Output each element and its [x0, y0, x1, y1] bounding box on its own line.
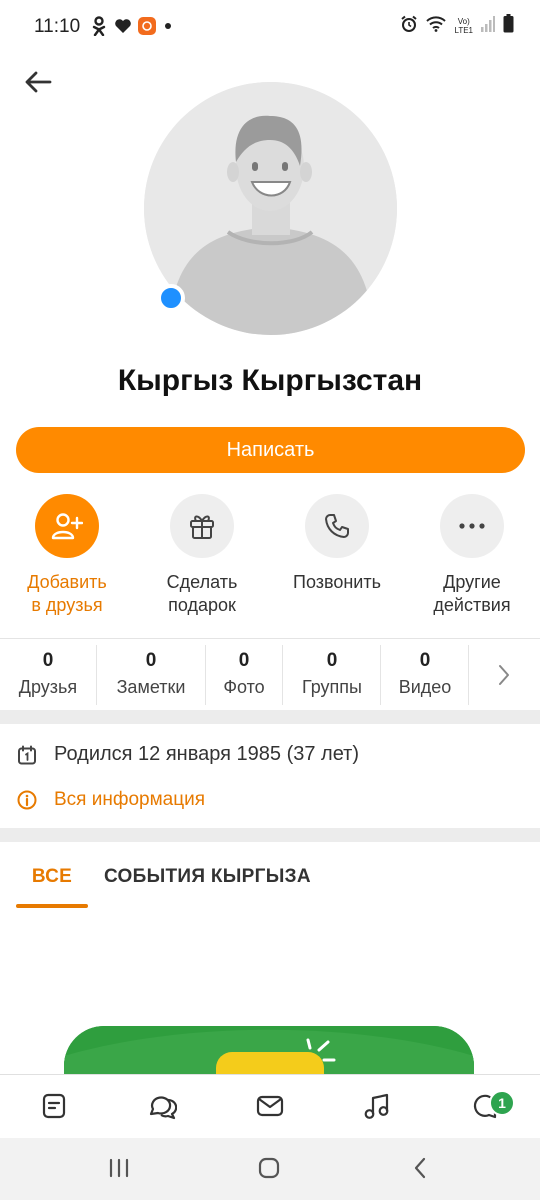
- counter-photos[interactable]: 0 Фото: [212, 648, 276, 700]
- birthday-text: Родился 12 января 1985 (37 лет): [54, 743, 359, 765]
- status-icons: Vo) LTE1: [400, 14, 514, 38]
- counter-notes[interactable]: 0 Заметки: [104, 648, 198, 700]
- wifi-icon: [426, 15, 447, 37]
- system-back-button[interactable]: [400, 1150, 440, 1186]
- dot-icon: [163, 16, 173, 36]
- counter-groups[interactable]: 0 Группы: [290, 648, 374, 700]
- more-actions[interactable]: Другие действия: [405, 494, 539, 617]
- recent-apps-button[interactable]: [99, 1150, 139, 1186]
- home-icon: [258, 1157, 280, 1179]
- counter-videos-value: 0: [419, 650, 431, 671]
- divider: [96, 645, 97, 705]
- info-icon: [16, 789, 38, 811]
- birthday-row: Родился 12 января 1985 (37 лет): [16, 743, 359, 766]
- music-icon: [364, 1093, 389, 1119]
- alarm-icon: [400, 15, 418, 38]
- online-indicator: [157, 284, 185, 312]
- messages-icon: [256, 1095, 284, 1117]
- battery-icon: [503, 14, 514, 38]
- call-action[interactable]: Позвонить: [270, 494, 404, 594]
- call-label: Позвонить: [270, 571, 404, 594]
- add-friend-action[interactable]: Добавить в друзья: [0, 494, 134, 617]
- gift-label: Сделать подарок: [135, 571, 269, 617]
- section-separator: [0, 710, 540, 724]
- back-icon: [414, 1157, 426, 1179]
- divider: [468, 645, 469, 705]
- add-friend-label-line2: в друзья: [31, 595, 103, 615]
- counter-photos-label: Фото: [223, 677, 265, 697]
- calendar-icon: [16, 744, 38, 766]
- status-time: 11:10: [34, 16, 81, 37]
- tab-all[interactable]: ВСЕ: [16, 866, 88, 888]
- arrow-left-icon: [25, 71, 52, 93]
- write-message-button[interactable]: Написать: [16, 427, 525, 473]
- recent-apps-icon: [109, 1158, 129, 1178]
- chevron-right-icon: [499, 665, 509, 685]
- gift-label-line2: подарок: [168, 595, 236, 615]
- gift-label-line1: Сделать: [166, 572, 238, 592]
- divider: [282, 645, 283, 705]
- counter-videos[interactable]: 0 Видео: [388, 648, 462, 700]
- call-button[interactable]: [305, 494, 369, 558]
- add-friend-label: Добавить в друзья: [0, 571, 134, 617]
- profile-name: Кыргыз Кыргызстан: [117, 364, 423, 397]
- counter-friends-value: 0: [42, 650, 54, 671]
- counter-friends[interactable]: 0 Друзья: [8, 648, 88, 700]
- signal-icon: [481, 15, 495, 37]
- tab-events[interactable]: СОБЫТИЯ КЫРГЫЗА: [104, 866, 311, 888]
- app-notification-icon: [137, 16, 157, 36]
- all-info-label: Вся информация: [54, 789, 206, 810]
- nav-music[interactable]: [357, 1088, 397, 1124]
- gift-action[interactable]: Сделать подарок: [135, 494, 269, 617]
- gift-icon: [190, 515, 214, 539]
- nav-feed[interactable]: [34, 1088, 74, 1124]
- divider: [380, 645, 381, 705]
- all-info-link[interactable]: Вся информация: [16, 789, 205, 811]
- more-actions-label-line1: Другие: [443, 572, 501, 592]
- gift-button[interactable]: [170, 494, 234, 558]
- counter-notes-value: 0: [145, 650, 157, 671]
- odnoklassniki-icon: [90, 16, 108, 36]
- discussions-icon: [149, 1096, 177, 1120]
- more-actions-label: Другие действия: [405, 571, 539, 617]
- divider: [0, 638, 540, 639]
- divider: [205, 645, 206, 705]
- counter-friends-label: Друзья: [18, 677, 78, 697]
- counter-notes-label: Заметки: [116, 677, 186, 697]
- section-separator: [0, 828, 540, 842]
- counters-more-button[interactable]: [486, 660, 522, 690]
- add-user-icon: [51, 513, 83, 540]
- heart-icon: [113, 16, 133, 36]
- counter-photos-value: 0: [238, 650, 250, 671]
- nav-messages[interactable]: [250, 1088, 290, 1124]
- phone-icon: [325, 514, 349, 538]
- volte-label: Vo): [457, 17, 470, 26]
- add-friend-label-line1: Добавить: [27, 572, 107, 592]
- nav-discussions[interactable]: [142, 1088, 182, 1124]
- add-friend-button[interactable]: [35, 494, 99, 558]
- home-button[interactable]: [249, 1150, 289, 1186]
- lte-label: LTE1: [454, 26, 473, 35]
- more-actions-label-line2: действия: [433, 595, 511, 615]
- more-icon: [459, 523, 485, 529]
- notifications-badge: 1: [489, 1090, 515, 1116]
- more-actions-button[interactable]: [440, 494, 504, 558]
- back-button[interactable]: [18, 62, 58, 102]
- call-label-line1: Позвонить: [293, 572, 381, 592]
- counter-groups-value: 0: [326, 650, 338, 671]
- feed-icon: [42, 1093, 66, 1119]
- network-label: Vo) LTE1: [454, 17, 473, 35]
- tab-active-indicator: [16, 904, 88, 908]
- counter-groups-label: Группы: [302, 677, 362, 697]
- counter-videos-label: Видео: [398, 677, 452, 697]
